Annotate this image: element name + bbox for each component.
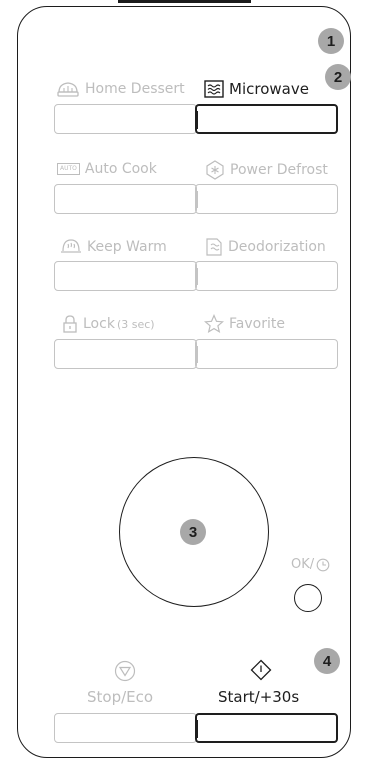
- row1-divider: [196, 111, 198, 129]
- stop-triangle-icon: [114, 660, 136, 682]
- power-defrost-text: Power Defrost: [230, 162, 328, 178]
- power-defrost-button[interactable]: [195, 184, 338, 214]
- favorite-button[interactable]: [195, 339, 338, 369]
- keep-warm-icon: [61, 239, 81, 253]
- favorite-icon: [204, 314, 224, 334]
- auto-cook-button[interactable]: [54, 184, 197, 214]
- auto-cook-icon: AUTO: [57, 163, 80, 175]
- microwave-button[interactable]: [195, 104, 338, 134]
- ok-button[interactable]: [294, 584, 322, 612]
- power-defrost-label: Power Defrost: [205, 160, 328, 180]
- callout-badge-2: 2: [325, 64, 351, 90]
- power-defrost-icon: [206, 160, 224, 180]
- deodorization-text: Deodorization: [228, 239, 326, 255]
- clock-icon: [316, 558, 330, 571]
- auto-cook-label: AUTO Auto Cook: [57, 161, 157, 177]
- start-label: Start/+30s: [218, 688, 300, 706]
- panel-top-edge: [118, 0, 251, 3]
- stop-eco-button[interactable]: [54, 713, 197, 743]
- favorite-text: Favorite: [229, 316, 285, 332]
- microwave-text: Microwave: [229, 80, 309, 98]
- deodorization-label: Deodorization: [205, 237, 326, 257]
- deodorization-button[interactable]: [195, 261, 338, 291]
- microwave-icon: [204, 80, 224, 98]
- auto-cook-text: Auto Cook: [84, 161, 157, 177]
- row2-divider: [196, 191, 198, 208]
- callout-badge-4: 4: [314, 648, 340, 674]
- keep-warm-label: Keep Warm: [60, 237, 167, 257]
- home-dessert-icon: [57, 82, 79, 97]
- row3-divider: [196, 268, 198, 285]
- bottom-divider: [196, 720, 198, 738]
- lock-label: Lock (3 sec): [62, 314, 155, 334]
- home-dessert-text: Home Dessert: [85, 81, 185, 97]
- start-button[interactable]: [195, 713, 338, 743]
- callout-badge-1: 1: [318, 28, 344, 54]
- row4-divider: [196, 346, 198, 363]
- stop-eco-label: Stop/Eco: [87, 688, 154, 706]
- microwave-label: Microwave: [204, 80, 309, 98]
- ok-label: OK/: [291, 557, 330, 572]
- lock-text: Lock: [83, 316, 115, 332]
- keep-warm-button[interactable]: [54, 261, 197, 291]
- favorite-label: Favorite: [204, 314, 285, 334]
- start-diamond-icon: [250, 659, 272, 681]
- keep-warm-text: Keep Warm: [87, 239, 167, 255]
- deodorization-icon: [206, 238, 222, 256]
- ok-text: OK/: [291, 557, 315, 572]
- lock-icon: [63, 315, 77, 333]
- home-dessert-label: Home Dessert: [56, 80, 185, 98]
- home-dessert-button[interactable]: [54, 104, 197, 134]
- lock-button[interactable]: [54, 339, 197, 369]
- callout-badge-3: 3: [180, 519, 206, 545]
- lock-duration-text: (3 sec): [116, 317, 155, 331]
